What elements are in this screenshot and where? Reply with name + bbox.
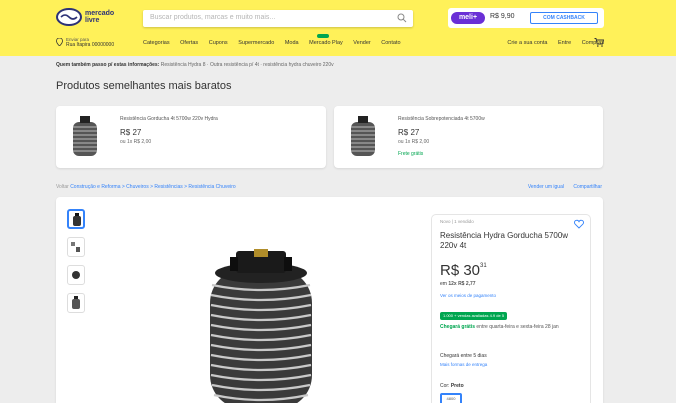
nav-contato[interactable]: Contato [381, 40, 400, 46]
cart-icon[interactable] [594, 38, 604, 47]
related-searches-links[interactable]: Resistência Hydra 8 · Outra resistência … [161, 62, 334, 68]
similar-product-card[interactable]: Resistência Gorducha 4t 5700w 220v Hydra… [56, 106, 326, 168]
card-installments: ou 1x R$ 2,00 [120, 139, 152, 145]
card-price: R$ 27 [398, 128, 420, 137]
product-main-image[interactable] [196, 249, 326, 403]
installments: em 12x R$ 2,77 [440, 281, 476, 287]
sales-badge: 1.000 + vendas avaliadas 4.9 de 5 [440, 312, 508, 320]
card-price: R$ 27 [120, 128, 142, 137]
card-installments: ou 1x R$ 2,00 [398, 139, 430, 145]
header: mercado livre Buscar produtos, marcas e … [0, 0, 676, 56]
nav-create-account[interactable]: Crie a sua conta [507, 40, 547, 46]
breadcrumb-back[interactable]: Voltar [56, 184, 69, 190]
payment-methods-link[interactable]: Ver os meios de pagamento [440, 293, 496, 298]
card-title: Resistência Sobrepotenciada 4t 5700w [398, 116, 485, 122]
nav-supermercado[interactable]: Supermercado [238, 40, 274, 46]
promo-cta-button[interactable]: COM CASHBACK [530, 12, 598, 24]
handshake-icon [56, 8, 82, 26]
installments-prefix: em [440, 281, 447, 287]
nav-login[interactable]: Entre [558, 40, 571, 46]
color-value: Preto [450, 383, 464, 389]
product-price: R$ 3031 [440, 262, 487, 279]
logo-line1: mercado [85, 10, 115, 17]
more-shipping-link[interactable]: Mais formas de entrega [440, 362, 487, 367]
product-panel: Novo | 1 vendido Resistência Hydra Gordu… [56, 197, 603, 403]
breadcrumb-actions: Vender um igual Compartilhar [520, 184, 602, 190]
product-thumbnail [73, 116, 97, 156]
arrival-info: Chegará entre 5 dias [440, 353, 487, 359]
product-thumbnail [351, 116, 375, 156]
meli-plus-promo[interactable]: meli+ R$ 9,90 COM CASHBACK [448, 8, 604, 28]
thumb-resistor-icon [72, 271, 80, 279]
nav-cupons[interactable]: Cupons [209, 40, 228, 46]
shipping-info: Chegará grátis entre quarta-feira e sext… [440, 324, 580, 330]
thumb-resistor-icon [73, 213, 81, 226]
color-label: Cor: [440, 383, 450, 389]
search-placeholder: Buscar produtos, marcas e muito mais... [150, 14, 276, 21]
breadcrumb: Voltar Construção e Reforma > Chuveiros … [56, 184, 236, 190]
mercado-livre-logo[interactable]: mercado livre [56, 8, 124, 28]
price-cents: 31 [480, 263, 487, 269]
color-selector-label: Cor: Preto [440, 383, 464, 389]
gallery-thumb[interactable] [67, 293, 85, 313]
share-link[interactable]: Compartilhar [573, 184, 602, 190]
color-swatch[interactable]: 4800 [440, 393, 462, 403]
free-shipping: Chegará grátis [440, 324, 476, 330]
promo-price: R$ 9,90 [490, 13, 515, 20]
account-nav: Crie a sua conta Entre Compras [498, 40, 604, 46]
gallery-thumb[interactable] [67, 265, 85, 285]
price-main: R$ 30 [440, 262, 481, 279]
sell-similar-link[interactable]: Vender um igual [528, 184, 564, 190]
related-searches: Quem também passo p/ estas informações: … [56, 62, 334, 68]
main-nav: Categorias Ofertas Cupons Supermercado M… [143, 40, 410, 46]
similar-product-card[interactable]: Resistência Sobrepotenciada 4t 5700w R$ … [334, 106, 603, 168]
nav-mercado-play[interactable]: Mercado Play [309, 40, 343, 46]
related-searches-label: Quem também passo p/ estas informações: [56, 62, 160, 68]
logo-line2: livre [85, 17, 100, 24]
search-input[interactable]: Buscar produtos, marcas e muito mais... [143, 10, 413, 27]
installments-value: 12x R$ 2,77 [448, 281, 476, 287]
card-shipping: Frete grátis [398, 151, 424, 157]
location-pin-icon [56, 38, 63, 46]
product-title: Resistência Hydra Gorducha 5700w 220v 4t [440, 231, 569, 250]
buy-box: Novo | 1 vendido Resistência Hydra Gordu… [431, 214, 591, 403]
card-title: Resistência Gorducha 4t 5700w 220v Hydra [120, 116, 218, 122]
thumb-parts-icon [71, 242, 80, 252]
product-condition: Novo | 1 vendido [440, 219, 474, 224]
nav-ofertas[interactable]: Ofertas [180, 40, 198, 46]
nav-categorias[interactable]: Categorias [143, 40, 170, 46]
location-address: Rua Itapira 00000000 [66, 42, 115, 48]
nav-vender[interactable]: Vender [353, 40, 370, 46]
heart-icon[interactable] [574, 219, 584, 229]
gallery-thumb[interactable] [67, 209, 85, 229]
section-title: Produtos semelhantes mais baratos [56, 80, 232, 92]
search-icon[interactable] [397, 13, 407, 23]
thumb-resistor-icon [72, 296, 80, 309]
shipping-window: entre quarta-feira e sexta-feira 28 jan [476, 324, 559, 330]
breadcrumb-items[interactable]: Construção e Reforma > Chuveiros > Resis… [70, 184, 236, 190]
nav-moda[interactable]: Moda [285, 40, 299, 46]
gallery-thumb[interactable] [67, 237, 85, 257]
logo-text: mercado livre [85, 10, 125, 24]
meli-plus-badge: meli+ [451, 12, 485, 24]
